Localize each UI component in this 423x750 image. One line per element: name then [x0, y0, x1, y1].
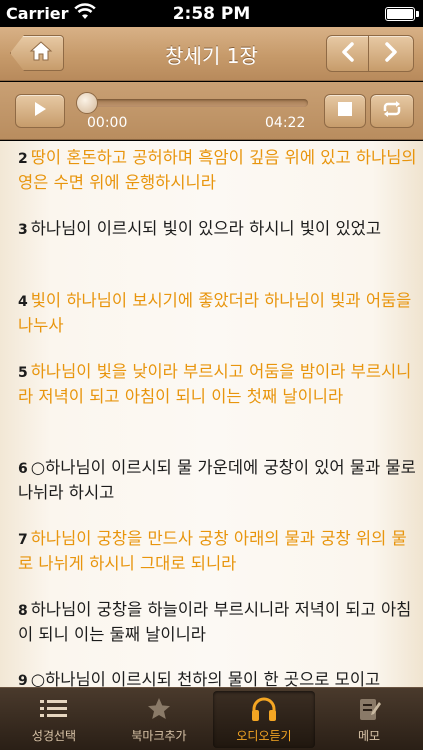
home-button[interactable]: [10, 35, 64, 71]
current-time: 00:00: [87, 115, 128, 131]
scripture-content[interactable]: 2 땅이 혼돈하고 공허하며 흑암이 깊음 위에 있고 하나님의 영은 수면 위에…: [0, 141, 423, 687]
verse-number: 2: [18, 151, 28, 167]
tab-book-select[interactable]: 성경선택: [3, 691, 105, 748]
total-time: 04:22: [265, 115, 306, 131]
verse[interactable]: 3 하나님이 이르시되 빛이 있으라 하시니 빛이 있었고: [18, 217, 418, 242]
play-button[interactable]: [15, 94, 65, 128]
tab-label: 오디오듣기: [236, 729, 292, 743]
verse[interactable]: 9 ○하나님이 이르시되 천하의 물이 한 곳으로 모이고: [18, 668, 418, 687]
verse-number: 6: [18, 461, 28, 477]
verse-text: 빛이 하나님이 보시기에 좋았더라 하나님이 빛과 어둠을 나누사: [18, 291, 412, 335]
repeat-icon: [380, 100, 404, 122]
verse[interactable]: 6 ○하나님이 이르시되 물 가운데에 궁창이 있어 물과 물로 나뉘라 하시고: [18, 456, 418, 504]
verse-number: 3: [18, 222, 28, 238]
chevron-left-icon: [341, 41, 355, 66]
home-icon: [21, 40, 53, 66]
verse-number: 5: [18, 365, 28, 381]
stop-button[interactable]: [324, 94, 366, 128]
tab-bar: 성경선택 북마크추가 오디오듣기 메모: [0, 687, 423, 750]
verse-number: 9: [18, 673, 28, 687]
verse[interactable]: 2 땅이 혼돈하고 공허하며 흑암이 깊음 위에 있고 하나님의 영은 수면 위에…: [18, 146, 418, 194]
verse-text: ○하나님이 이르시되 천하의 물이 한 곳으로 모이고: [30, 670, 381, 687]
audio-player: 00:00 04:22: [0, 82, 423, 140]
verse-text: ○하나님이 이르시되 물 가운데에 궁창이 있어 물과 물로 나뉘라 하시고: [18, 458, 416, 502]
navigation-bar: 창세기 1장: [0, 27, 423, 81]
tab-audio[interactable]: 오디오듣기: [213, 691, 315, 748]
tab-label: 북마크추가: [131, 729, 187, 743]
headphones-icon: [213, 696, 315, 722]
verse-number: 7: [18, 532, 28, 548]
memo-icon: [318, 696, 420, 722]
verse-text: 하나님이 궁창을 만드사 궁창 아래의 물과 궁창 위의 물로 나뉘게 하시니 …: [18, 529, 407, 573]
verse-number: 8: [18, 603, 28, 619]
verse[interactable]: 7 하나님이 궁창을 만드사 궁창 아래의 물과 궁창 위의 물로 나뉘게 하시니…: [18, 527, 418, 575]
verse-text: 하나님이 궁창을 하늘이라 부르시니라 저녁이 되고 아침이 되니 이는 둘째 …: [18, 600, 412, 644]
status-bar: Carrier 2:58 PM: [0, 0, 423, 27]
clock: 2:58 PM: [172, 4, 251, 24]
list-icon: [3, 696, 105, 722]
verse[interactable]: 4 빛이 하나님이 보시기에 좋았더라 하나님이 빛과 어둠을 나누사: [18, 289, 418, 337]
progress-slider-thumb[interactable]: [76, 92, 98, 114]
verse-text: 땅이 혼돈하고 공허하며 흑암이 깊음 위에 있고 하나님의 영은 수면 위에 …: [18, 148, 417, 192]
verse-number: 4: [18, 294, 28, 310]
star-icon: [108, 696, 210, 722]
previous-chapter-button[interactable]: [326, 35, 369, 72]
play-icon: [33, 101, 47, 121]
verse-text: 하나님이 빛을 낮이라 부르시고 어둠을 밤이라 부르시니라 저녁이 되고 아침…: [18, 362, 412, 406]
stop-icon: [337, 101, 353, 121]
verse[interactable]: 5 하나님이 빛을 낮이라 부르시고 어둠을 밤이라 부르시니라 저녁이 되고 아…: [18, 360, 418, 408]
battery-icon: [385, 7, 419, 21]
tab-label: 메모: [357, 729, 381, 743]
verse[interactable]: 8 하나님이 궁창을 하늘이라 부르시니라 저녁이 되고 아침이 되니 이는 둘째…: [18, 598, 418, 646]
verse-text: 하나님이 이르시되 빛이 있으라 하시니 빛이 있었고: [30, 219, 381, 238]
chevron-right-icon: [384, 41, 398, 66]
repeat-button[interactable]: [370, 94, 414, 128]
next-chapter-button[interactable]: [369, 35, 414, 72]
progress-track[interactable]: [80, 99, 308, 107]
tab-add-bookmark[interactable]: 북마크추가: [108, 691, 210, 748]
tab-memo[interactable]: 메모: [318, 691, 420, 748]
tab-label: 성경선택: [31, 729, 77, 743]
page-title: 창세기 1장: [165, 44, 258, 68]
